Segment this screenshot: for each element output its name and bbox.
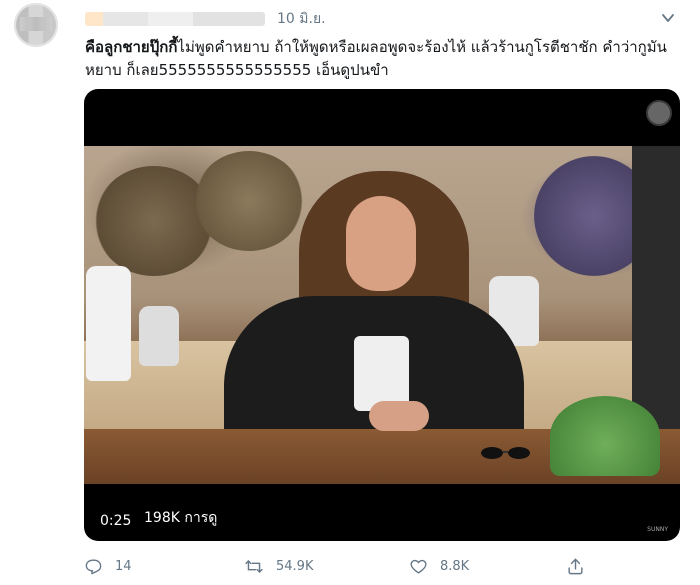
like-icon xyxy=(410,559,427,574)
woman-shirt xyxy=(354,336,409,411)
reply-count: 14 xyxy=(115,558,132,574)
video-player[interactable]: 0:25 198K การดู SUNNY xyxy=(84,89,680,541)
like-count: 8.8K xyxy=(440,558,470,574)
author-name-blurred[interactable] xyxy=(85,12,265,26)
retweet-button[interactable]: 54.9K xyxy=(244,555,313,577)
vase xyxy=(86,266,131,381)
tweet[interactable]: 10 มิ.ย. คือลูกชายปุ๊กกี้ไม่พูดคำหยาบ ถ้… xyxy=(0,0,700,585)
share-icon xyxy=(568,558,583,574)
retweet-count: 54.9K xyxy=(276,558,314,574)
video-duration: 0:25 xyxy=(100,513,132,529)
video-frame[interactable] xyxy=(84,146,680,484)
hands xyxy=(369,401,429,431)
video-watermark: SUNNY xyxy=(647,526,668,533)
plant xyxy=(550,396,660,476)
avatar[interactable] xyxy=(14,3,58,47)
tweet-text: คือลูกชายปุ๊กกี้ไม่พูดคำหยาบ ถ้าให้พูดหร… xyxy=(85,36,685,82)
caret-down-icon[interactable] xyxy=(660,10,676,26)
dried-flowers xyxy=(94,166,214,276)
share-button[interactable] xyxy=(566,555,597,577)
tweet-header: 10 มิ.ย. xyxy=(85,9,326,29)
woman-face xyxy=(346,196,416,291)
video-views: 198K การดู xyxy=(144,510,218,526)
mute-icon[interactable] xyxy=(646,100,672,126)
reply-button[interactable]: 14 xyxy=(84,555,132,577)
jar xyxy=(139,306,179,366)
sunglasses xyxy=(481,447,530,459)
dried-flowers xyxy=(194,151,304,251)
tweet-actions: 14 54.9K 8.8K xyxy=(84,555,644,577)
retweet-icon xyxy=(245,559,263,573)
reply-icon xyxy=(85,558,102,574)
tweet-time[interactable]: 10 มิ.ย. xyxy=(277,8,326,30)
tweet-text-bold: คือลูกชายปุ๊กกี้ xyxy=(85,38,178,56)
like-button[interactable]: 8.8K xyxy=(409,555,469,577)
